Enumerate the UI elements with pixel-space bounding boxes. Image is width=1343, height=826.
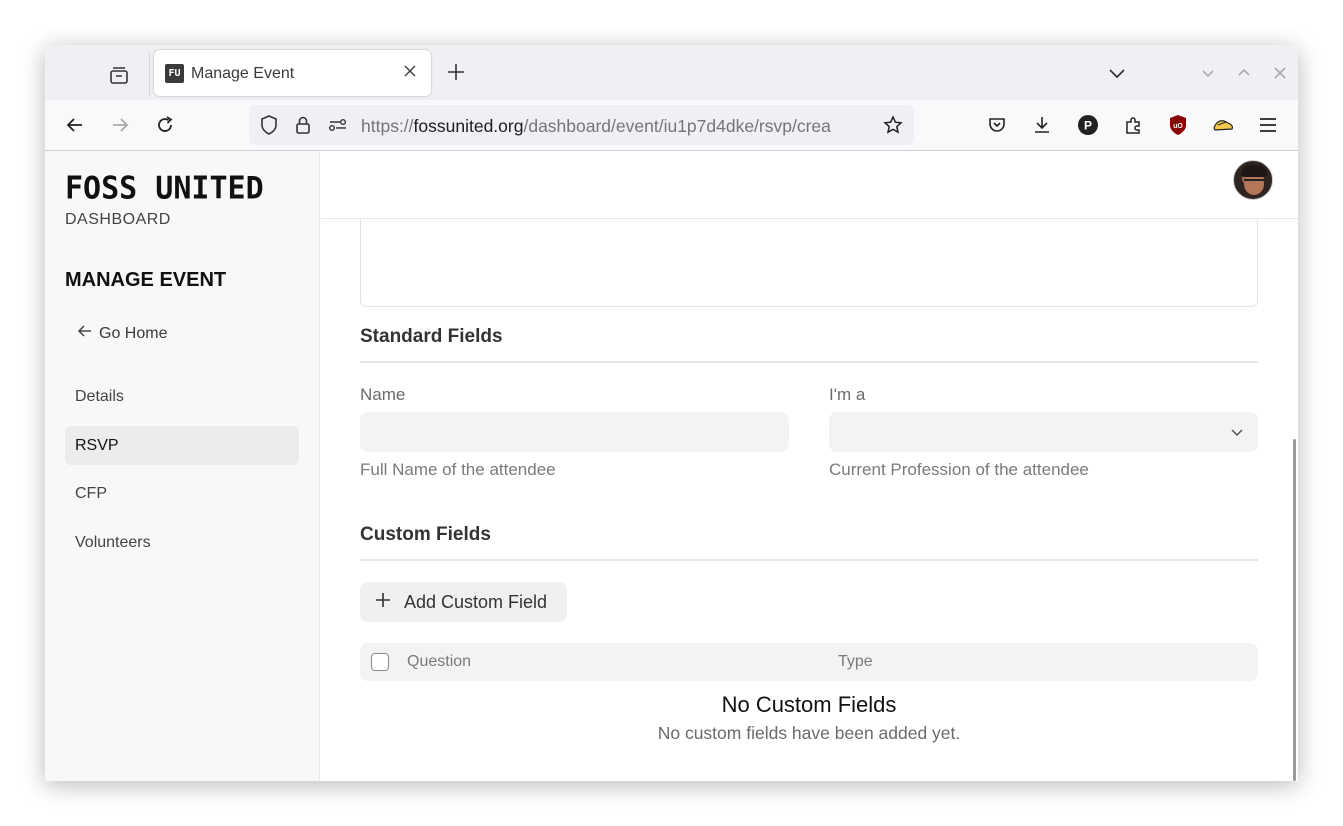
close-window-icon[interactable] [1271, 64, 1289, 82]
tab-manage-event[interactable]: FU Manage Event [154, 50, 431, 96]
bookmark-star-icon[interactable] [883, 115, 903, 135]
shield-icon[interactable] [259, 115, 279, 135]
back-icon[interactable] [63, 113, 87, 137]
name-help-text: Full Name of the attendee [360, 460, 556, 479]
go-home-label: Go Home [99, 324, 168, 342]
web-page: FOSS UNITED DASHBOARD MANAGE EVENT Go Ho… [45, 151, 1298, 781]
empty-state-title: No Custom Fields [721, 692, 897, 717]
extensions-icon[interactable] [1121, 113, 1145, 137]
tab-title: Manage Event [191, 65, 295, 82]
sidebar-item-cfp[interactable]: CFP [65, 474, 299, 513]
empty-state-subtitle: No custom fields have been added yet. [657, 723, 961, 743]
column-question: Question [407, 653, 472, 670]
favicon-icon: FU [165, 64, 184, 83]
add-custom-field-button[interactable]: Add Custom Field [360, 582, 567, 622]
plus-icon [374, 591, 392, 614]
role-help-text: Current Profession of the attendee [829, 460, 1089, 479]
browser-window: FU Manage Event https://fossunited.org/d… [45, 45, 1298, 781]
tab-strip: FU Manage Event [45, 45, 1298, 100]
arrow-left-icon [77, 323, 93, 344]
url-text[interactable]: https://fossunited.org/dashboard/event/i… [361, 116, 876, 137]
sidebar-heading: MANAGE EVENT [65, 269, 227, 291]
custom-fields-title: Custom Fields [360, 524, 491, 545]
go-home-link[interactable]: Go Home [77, 323, 167, 344]
sidebar-item-rsvp[interactable]: RSVP [65, 426, 299, 465]
name-label: Name [360, 385, 406, 404]
close-tab-icon[interactable] [401, 63, 419, 81]
new-tab-icon[interactable] [445, 61, 467, 83]
tab-separator [149, 53, 150, 97]
scrollbar[interactable] [1293, 439, 1296, 781]
table-header: Question Type [360, 643, 1258, 681]
pocket-icon[interactable] [985, 113, 1009, 137]
menu-icon[interactable] [1256, 113, 1280, 137]
svg-text:uO: uO [1173, 123, 1183, 130]
name-input[interactable] [360, 412, 789, 452]
extension-sneaker-icon[interactable] [1211, 113, 1235, 137]
maximize-icon[interactable] [1235, 64, 1253, 82]
forward-icon[interactable] [108, 113, 132, 137]
collections-icon[interactable] [107, 63, 131, 87]
profile-p-icon[interactable]: P [1076, 113, 1100, 137]
avatar[interactable] [1233, 160, 1273, 200]
description-textarea[interactable] [360, 220, 1258, 307]
column-type: Type [838, 653, 873, 670]
standard-fields-title: Standard Fields [360, 326, 503, 347]
permissions-icon[interactable] [328, 115, 348, 135]
minimize-icon[interactable] [1199, 64, 1217, 82]
sidebar-item-volunteers[interactable]: Volunteers [65, 523, 299, 562]
ublock-origin-icon[interactable]: uO [1166, 113, 1190, 137]
list-tabs-chevron-icon[interactable] [1107, 63, 1127, 83]
divider [360, 559, 1258, 561]
chevron-down-icon [1230, 425, 1244, 439]
foss-united-logo[interactable]: FOSS UNITED [65, 170, 264, 207]
logo-subtitle: DASHBOARD [65, 211, 171, 228]
downloads-icon[interactable] [1030, 113, 1054, 137]
top-bar [321, 151, 1298, 219]
role-label: I'm a [829, 385, 866, 404]
select-all-checkbox[interactable] [371, 653, 389, 671]
reload-icon[interactable] [153, 113, 177, 137]
navigation-bar: https://fossunited.org/dashboard/event/i… [45, 100, 1298, 151]
role-select[interactable] [829, 412, 1258, 452]
svg-text:P: P [1084, 119, 1092, 133]
divider [360, 361, 1258, 363]
main-content: Standard Fields Name Full Name of the at… [321, 220, 1298, 781]
lock-icon[interactable] [293, 115, 313, 135]
sidebar: FOSS UNITED DASHBOARD MANAGE EVENT Go Ho… [45, 151, 320, 781]
add-custom-field-label: Add Custom Field [404, 591, 548, 612]
url-bar[interactable]: https://fossunited.org/dashboard/event/i… [249, 105, 914, 145]
sidebar-item-details[interactable]: Details [65, 377, 299, 416]
